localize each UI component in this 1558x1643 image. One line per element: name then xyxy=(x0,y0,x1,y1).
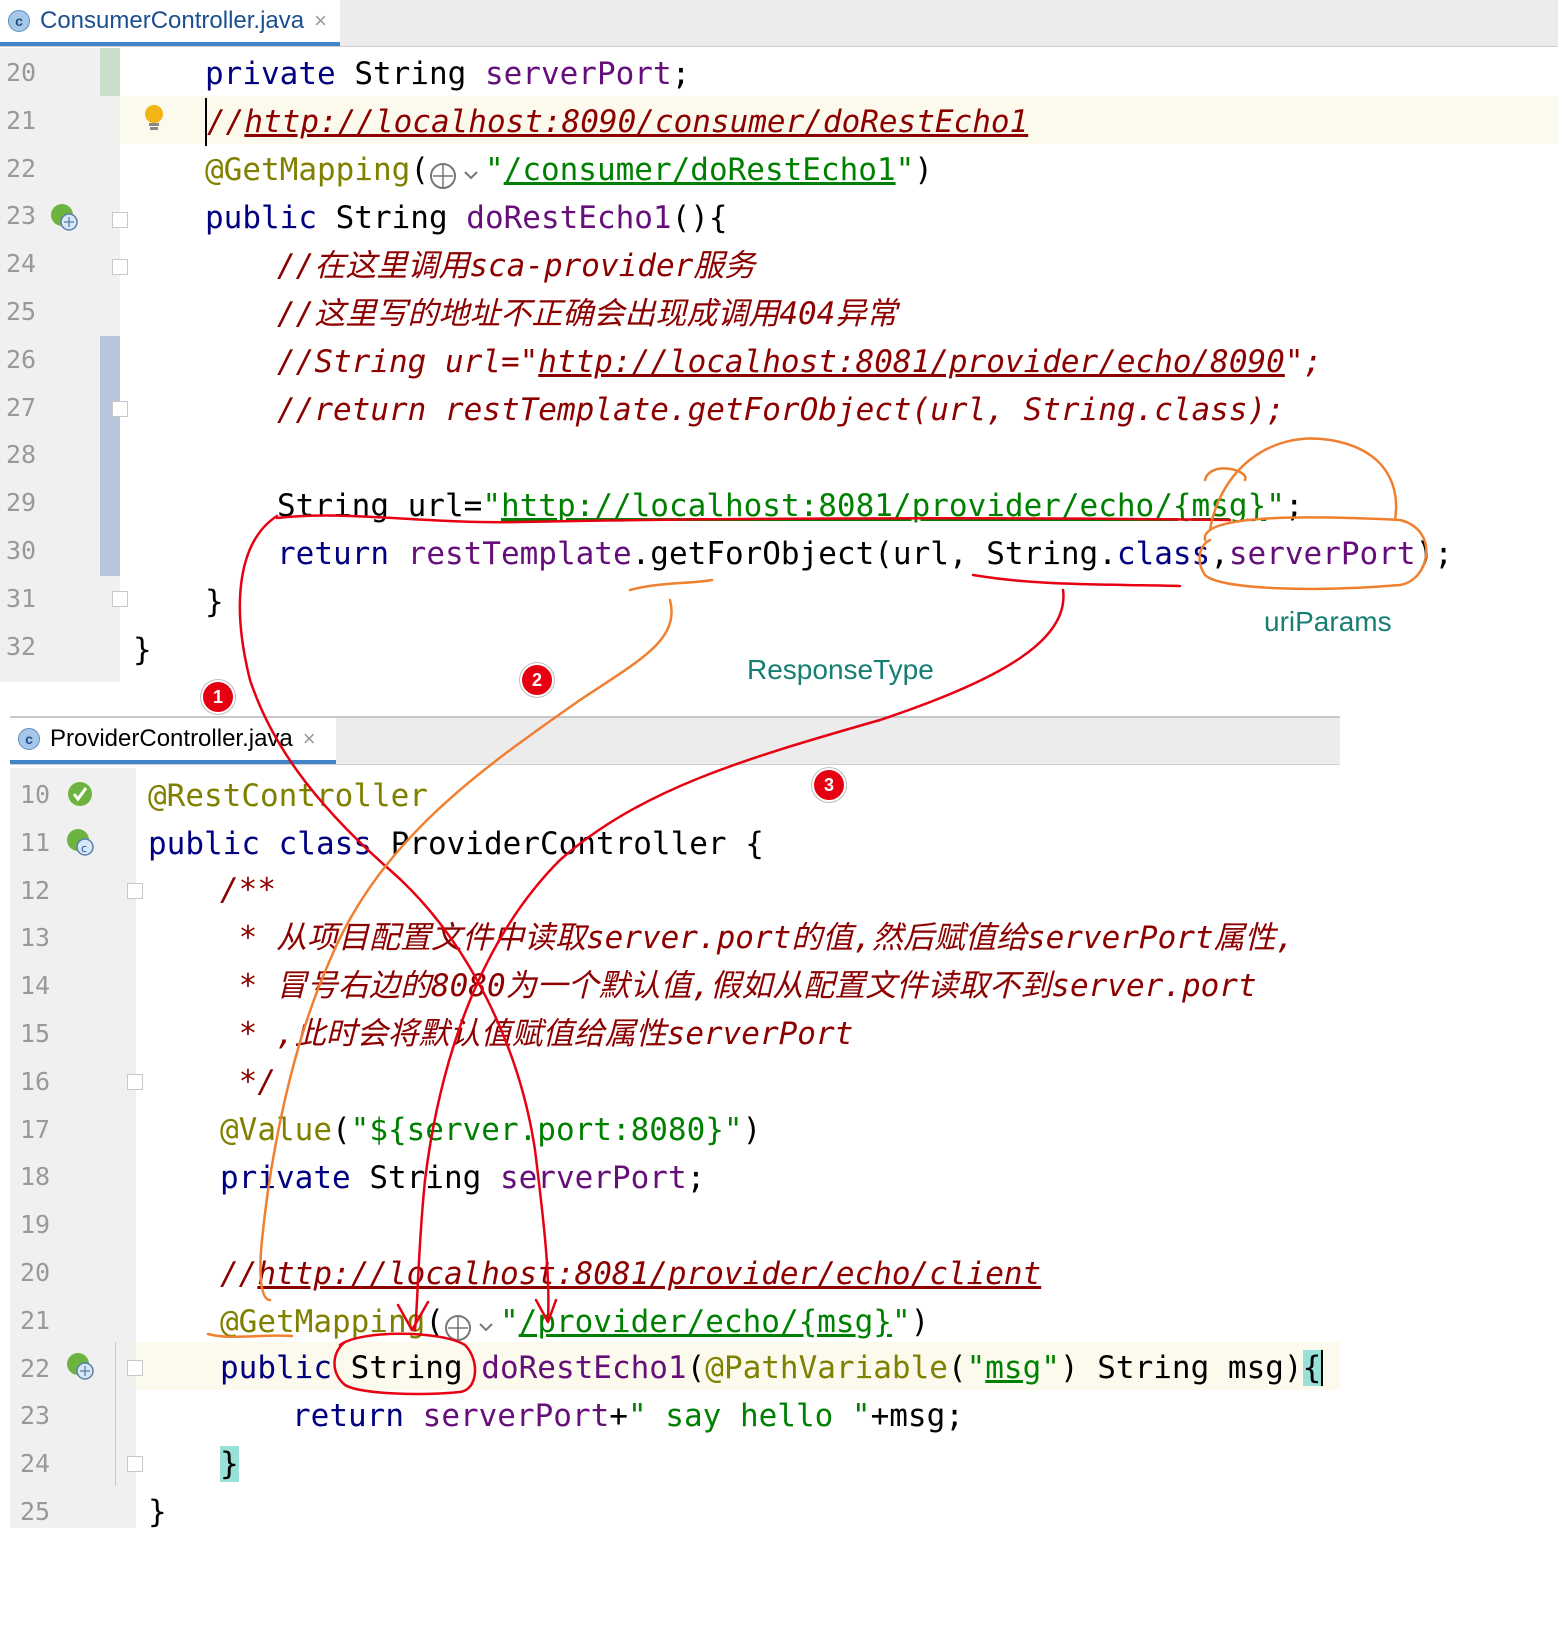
code-line[interactable]: //return restTemplate.getForObject(url, … xyxy=(277,386,1285,434)
uri-params-label: uriParams xyxy=(1264,606,1392,637)
fold-marker-icon[interactable] xyxy=(127,1074,143,1090)
line-number[interactable]: 30 xyxy=(6,536,36,565)
line-number[interactable]: 20 xyxy=(6,58,36,87)
response-type-label: ResponseType xyxy=(747,654,934,685)
globe-icon[interactable] xyxy=(444,1309,500,1341)
close-icon[interactable]: × xyxy=(303,726,316,752)
java-class-icon: c xyxy=(8,10,30,32)
line-number[interactable]: 20 xyxy=(20,1258,50,1287)
code-line[interactable]: */ xyxy=(220,1058,276,1106)
fold-marker-icon[interactable] xyxy=(112,212,128,228)
code-line[interactable]: @GetMapping("/consumer/doRestEcho1") xyxy=(205,146,933,194)
fold-marker-icon[interactable] xyxy=(127,1456,143,1472)
line-number[interactable]: 23 xyxy=(6,201,36,230)
line-number[interactable]: 21 xyxy=(6,106,36,135)
code-line[interactable]: } xyxy=(220,1440,239,1488)
line-number[interactable]: 28 xyxy=(6,440,36,469)
line-number[interactable]: 26 xyxy=(6,345,36,374)
svg-text:c: c xyxy=(81,842,87,855)
code-line[interactable]: private String serverPort; xyxy=(205,50,690,98)
lightbulb-icon[interactable] xyxy=(142,103,166,135)
code-line[interactable]: //这里写的地址不正确会出现成调用404异常 xyxy=(277,290,897,338)
line-number[interactable]: 25 xyxy=(20,1497,50,1526)
line-number[interactable]: 24 xyxy=(6,249,36,278)
code-line[interactable]: public String doRestEcho1(@PathVariable(… xyxy=(220,1344,1324,1392)
line-number[interactable]: 11 xyxy=(20,828,50,857)
spring-class-icon[interactable]: c xyxy=(66,828,94,856)
code-line[interactable]: //http://localhost:8090/consumer/doRestE… xyxy=(205,98,1028,146)
spring-bean-icon[interactable] xyxy=(66,780,94,808)
line-number[interactable]: 31 xyxy=(6,584,36,613)
line-number[interactable]: 15 xyxy=(20,1019,50,1048)
gutter-guide xyxy=(115,1342,116,1486)
code-line[interactable]: * 冒号右边的8080为一个默认值,假如从配置文件读取不到server.port xyxy=(220,962,1257,1010)
code-line[interactable]: @Value("${server.port:8080}") xyxy=(220,1106,761,1154)
line-number[interactable]: 32 xyxy=(6,632,36,661)
code-line[interactable]: * ,此时会将默认值赋值给属性serverPort xyxy=(220,1010,854,1058)
line-number[interactable]: 22 xyxy=(20,1354,50,1383)
close-icon[interactable]: × xyxy=(314,8,327,34)
step-badge-3: 3 xyxy=(812,768,846,802)
change-marker xyxy=(100,336,120,576)
change-marker xyxy=(100,48,120,96)
tab-provider-controller[interactable]: c ProviderController.java × xyxy=(10,718,336,764)
tab-consumer-controller[interactable]: c ConsumerController.java × xyxy=(0,0,340,46)
code-line[interactable]: return serverPort+" say hello "+msg; xyxy=(292,1392,964,1440)
code-line[interactable]: } xyxy=(148,1488,167,1536)
tab-label: ConsumerController.java xyxy=(40,7,305,34)
line-number[interactable]: 12 xyxy=(20,876,50,905)
code-line[interactable]: public String doRestEcho1(){ xyxy=(205,194,728,242)
fold-marker-icon[interactable] xyxy=(127,1360,143,1376)
fold-marker-icon[interactable] xyxy=(112,591,128,607)
line-number[interactable]: 10 xyxy=(20,780,50,809)
tab-label: ProviderController.java xyxy=(50,725,293,752)
fold-marker-icon[interactable] xyxy=(127,883,143,899)
line-number[interactable]: 25 xyxy=(6,297,36,326)
line-number[interactable]: 21 xyxy=(20,1306,50,1335)
line-number[interactable]: 18 xyxy=(20,1162,50,1191)
line-number[interactable]: 24 xyxy=(20,1449,50,1478)
code-line[interactable]: } xyxy=(205,578,224,626)
code-line[interactable]: } xyxy=(133,626,152,674)
code-line[interactable]: //在这里调用sca-provider服务 xyxy=(277,242,755,290)
code-line[interactable]: @RestController xyxy=(148,772,428,820)
get-for-object-underline xyxy=(628,578,714,592)
step-badge-2: 2 xyxy=(520,663,554,697)
code-line[interactable]: String url="http://localhost:8081/provid… xyxy=(277,482,1304,530)
step-badge-1: 1 xyxy=(201,680,235,714)
globe-icon[interactable] xyxy=(429,157,485,189)
code-line[interactable]: return restTemplate.getForObject(url, St… xyxy=(277,530,1453,578)
code-line[interactable]: public class ProviderController { xyxy=(148,820,764,868)
java-class-icon: c xyxy=(18,728,40,750)
line-number[interactable]: 23 xyxy=(20,1401,50,1430)
code-line[interactable]: * 从项目配置文件中读取server.port的值,然后赋值给serverPor… xyxy=(220,914,1295,962)
spring-mapping-icon[interactable] xyxy=(50,203,78,231)
line-number[interactable]: 17 xyxy=(20,1115,50,1144)
code-line[interactable]: //String url="http://localhost:8081/prov… xyxy=(277,338,1322,386)
line-number[interactable]: 29 xyxy=(6,488,36,517)
line-number[interactable]: 27 xyxy=(6,393,36,422)
fold-marker-icon[interactable] xyxy=(112,401,128,417)
spring-mapping-icon[interactable] xyxy=(66,1352,94,1380)
code-line[interactable]: @GetMapping("/provider/echo/{msg}") xyxy=(220,1298,929,1346)
code-line[interactable]: private String serverPort; xyxy=(220,1154,705,1202)
line-number[interactable]: 13 xyxy=(20,923,50,952)
fold-marker-icon[interactable] xyxy=(112,259,128,275)
line-number[interactable]: 16 xyxy=(20,1067,50,1096)
code-line[interactable]: /** xyxy=(220,866,276,914)
line-number[interactable]: 19 xyxy=(20,1210,50,1239)
line-number[interactable]: 22 xyxy=(6,154,36,183)
code-line[interactable]: //http://localhost:8081/provider/echo/cl… xyxy=(220,1250,1041,1298)
line-number[interactable]: 14 xyxy=(20,971,50,1000)
